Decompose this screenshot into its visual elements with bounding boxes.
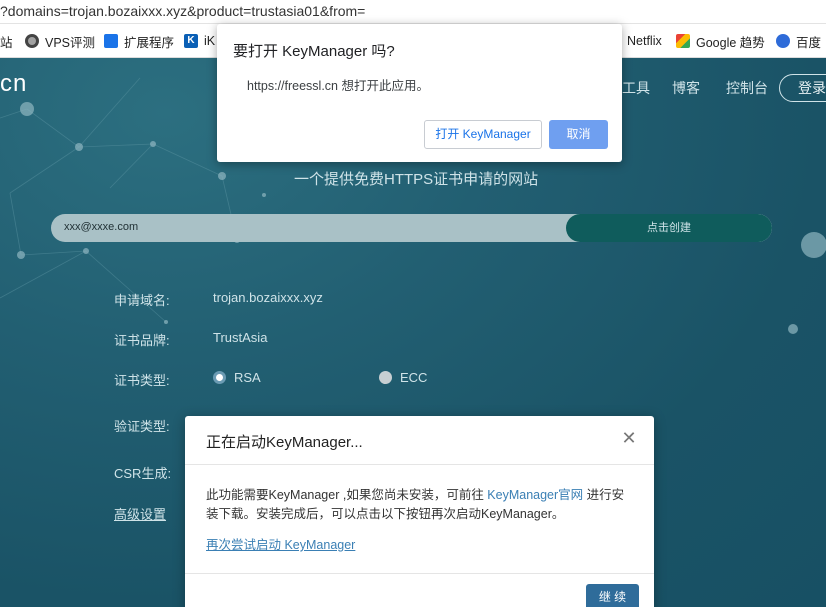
baidu-paw-icon [776, 34, 790, 48]
dialog-title: 要打开 KeyManager 吗? [233, 43, 395, 60]
brand-value: TrustAsia [213, 330, 268, 345]
ecc-option-label[interactable]: ECC [400, 370, 427, 385]
brand-label: 证书品牌: [114, 333, 170, 348]
site-logo[interactable]: cn [0, 70, 27, 98]
modal-body: 此功能需要KeyManager ,如果您尚未安装，可前往 KeyManager官… [206, 488, 625, 521]
nav-console[interactable]: 控制台 [726, 78, 768, 98]
bookmark-extensions[interactable]: 扩展程序 [104, 32, 174, 50]
address-bar[interactable]: ?domains=trojan.bozaixxx.xyz&product=tru… [0, 0, 826, 24]
globe-icon [25, 34, 39, 48]
create-button[interactable]: 点击创建 [566, 214, 772, 242]
ecc-radio[interactable] [379, 371, 392, 384]
dialog-message: https://freessl.cn 想打开此应用。 [247, 79, 429, 93]
domain-label: 申请域名: [114, 293, 170, 308]
open-app-dialog: 要打开 KeyManager 吗? https://freessl.cn 想打开… [217, 24, 622, 162]
bookmark-netflix[interactable]: Netflix [627, 32, 662, 50]
bookmark-baidu[interactable]: 百度 [776, 32, 821, 50]
ik-icon: K [184, 34, 198, 48]
open-keymanager-button[interactable]: 打开 KeyManager [424, 120, 542, 149]
email-value: xxx@xxxe.com [64, 221, 139, 233]
launching-modal: 正在启动KeyManager... ✕ 此功能需要KeyManager ,如果您… [185, 416, 654, 607]
nav-tools[interactable]: 工具 [622, 78, 650, 98]
puzzle-icon [104, 34, 118, 48]
domain-value: trojan.bozaixxx.xyz [213, 290, 323, 305]
bookmark-vps[interactable]: VPS评测 [25, 32, 95, 50]
url-text: ?domains=trojan.bozaixxx.xyz&product=tru… [0, 3, 366, 19]
csr-label: CSR生成: [114, 466, 172, 481]
bookmark-ik[interactable]: K iK [184, 32, 215, 50]
advanced-settings-link[interactable]: 高级设置 [114, 504, 166, 523]
login-button[interactable]: 登录 [779, 74, 826, 102]
modal-header: 正在启动KeyManager... ✕ [185, 416, 654, 465]
bookmark-google-trends[interactable]: Google 趋势 [676, 32, 765, 50]
modal-divider [185, 573, 654, 574]
rsa-radio[interactable] [213, 371, 226, 384]
trends-icon [676, 34, 690, 48]
modal-title: 正在启动KeyManager... [206, 434, 363, 451]
email-input[interactable]: xxx@xxxe.com 点击创建 [51, 214, 772, 242]
verify-label: 验证类型: [114, 419, 170, 434]
type-label: 证书类型: [114, 373, 170, 388]
rsa-option-label[interactable]: RSA [234, 370, 261, 385]
cancel-button[interactable]: 取消 [549, 120, 608, 149]
keymanager-site-link[interactable]: KeyManager官网 [487, 488, 583, 502]
close-icon[interactable]: ✕ [621, 429, 637, 447]
bookmark-item[interactable]: 站 [0, 32, 13, 50]
continue-button[interactable]: 继 续 [586, 584, 639, 607]
nav-blog[interactable]: 博客 [672, 78, 700, 98]
retry-launch-link[interactable]: 再次尝试启动 KeyManager [206, 534, 355, 553]
